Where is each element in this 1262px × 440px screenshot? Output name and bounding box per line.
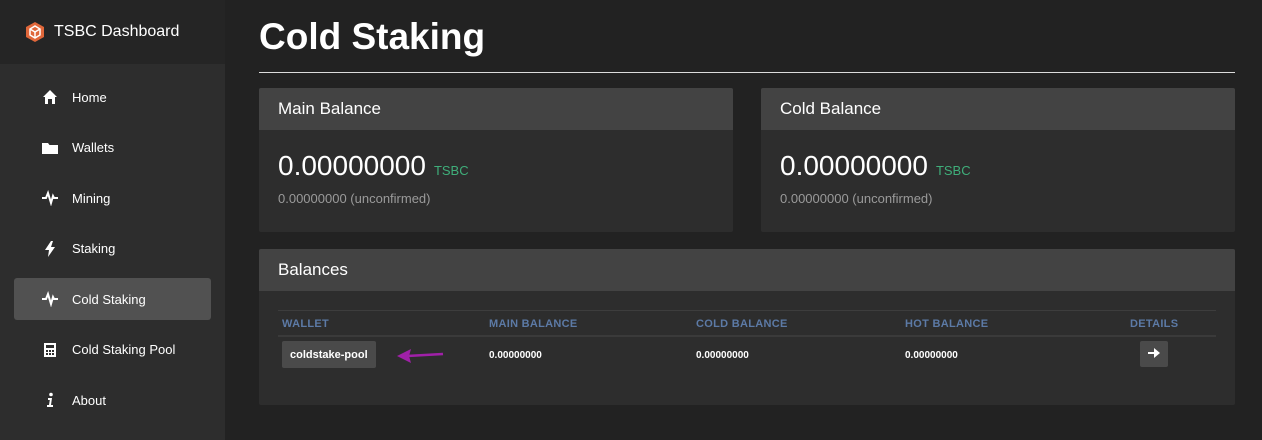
wallet-button[interactable]: coldstake-pool	[282, 341, 376, 368]
sidebar-item-cold-staking[interactable]: Cold Staking	[14, 278, 211, 320]
sidebar-item-cold-staking-pool[interactable]: Cold Staking Pool	[14, 329, 211, 371]
table-header: WALLET MAIN BALANCE COLD BALANCE HOT BAL…	[278, 311, 1216, 337]
unconfirmed-balance: 0.00000000 (unconfirmed)	[780, 191, 933, 206]
sidebar-item-label: About	[72, 392, 106, 408]
cold-balance-card: Cold Balance 0.00000000 TSBC 0.00000000 …	[761, 88, 1235, 232]
unconfirmed-balance: 0.00000000 (unconfirmed)	[278, 191, 431, 206]
balances-card: Balances WALLET MAIN BALANCE COLD BALANC…	[259, 249, 1235, 405]
sidebar-item-label: Wallets	[72, 140, 115, 155]
pulse-icon	[42, 190, 58, 206]
calculator-icon	[42, 342, 58, 358]
card-title: Main Balance	[259, 88, 733, 130]
sidebar-item-mining[interactable]: Mining	[14, 177, 211, 219]
title-divider	[259, 72, 1235, 73]
sidebar-nav: Home Wallets Mining Staking Cold Staking	[14, 76, 211, 430]
sidebar-item-label: Mining	[72, 190, 111, 206]
column-header-main-balance: MAIN BALANCE	[489, 318, 578, 330]
main-balance-cell: 0.00000000	[489, 350, 542, 361]
main-content: Cold Staking Main Balance 0.00000000 TSB…	[259, 0, 1235, 405]
column-header-cold-balance: COLD BALANCE	[696, 318, 788, 330]
bolt-icon	[42, 240, 58, 257]
sidebar-item-label: Staking	[72, 241, 116, 256]
brand-title: TSBC Dashboard	[54, 23, 180, 40]
pulse-icon	[42, 291, 58, 307]
column-header-hot-balance: HOT BALANCE	[905, 318, 989, 330]
card-title: Cold Balance	[761, 88, 1235, 130]
annotation-arrow-icon	[397, 349, 444, 363]
details-button[interactable]	[1140, 341, 1168, 367]
home-icon	[42, 89, 58, 105]
sidebar: TSBC Dashboard Home Wallets Mining Staki…	[0, 0, 225, 440]
folder-icon	[42, 140, 58, 156]
balance-line: 0.00000000 TSBC	[278, 150, 469, 182]
sidebar-item-label: Home	[72, 89, 107, 105]
page-title: Cold Staking	[259, 16, 486, 57]
sidebar-item-about[interactable]: About	[14, 379, 211, 421]
hot-balance-cell: 0.00000000	[905, 350, 958, 361]
sidebar-item-label: Cold Staking	[72, 291, 146, 307]
currency-unit: TSBC	[935, 163, 971, 178]
cold-balance-cell: 0.00000000	[696, 350, 749, 361]
currency-unit: TSBC	[433, 163, 469, 178]
cold-balance-amount: 0.00000000	[780, 150, 928, 181]
column-header-wallet: WALLET	[282, 318, 330, 330]
sidebar-item-home[interactable]: Home	[14, 76, 211, 118]
brand[interactable]: TSBC Dashboard	[0, 0, 225, 64]
card-title: Balances	[259, 249, 1235, 291]
table-row: coldstake-pool 0.00000000 0.00000000 0.0…	[278, 337, 1216, 373]
sidebar-item-label: Cold Staking Pool	[72, 342, 176, 357]
info-icon	[42, 392, 58, 408]
sidebar-item-staking[interactable]: Staking	[14, 228, 211, 270]
arrow-right-icon	[1148, 345, 1160, 363]
sidebar-item-wallets[interactable]: Wallets	[14, 127, 211, 169]
cube-logo-icon	[24, 21, 46, 43]
main-balance-amount: 0.00000000	[278, 150, 426, 181]
main-balance-card: Main Balance 0.00000000 TSBC 0.00000000 …	[259, 88, 733, 232]
balance-line: 0.00000000 TSBC	[780, 150, 971, 182]
column-header-details: DETAILS	[1130, 318, 1179, 330]
